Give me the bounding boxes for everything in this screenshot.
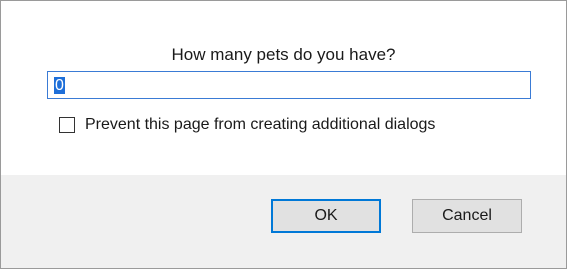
dialog-content: How many pets do you have? 0 Prevent thi… <box>1 1 566 175</box>
prevent-dialogs-option[interactable]: Prevent this page from creating addition… <box>59 116 435 134</box>
answer-input[interactable] <box>48 72 530 98</box>
prevent-dialogs-checkbox[interactable] <box>59 117 75 133</box>
dialog-prompt-text: How many pets do you have? <box>171 45 396 64</box>
cancel-button[interactable]: Cancel <box>412 199 522 233</box>
ok-button[interactable]: OK <box>271 199 381 233</box>
dialog-footer: OK Cancel <box>1 175 566 268</box>
answer-input-box[interactable]: 0 <box>47 71 531 99</box>
prevent-dialogs-label[interactable]: Prevent this page from creating addition… <box>85 116 435 134</box>
prompt-dialog: How many pets do you have? 0 Prevent thi… <box>0 0 567 269</box>
